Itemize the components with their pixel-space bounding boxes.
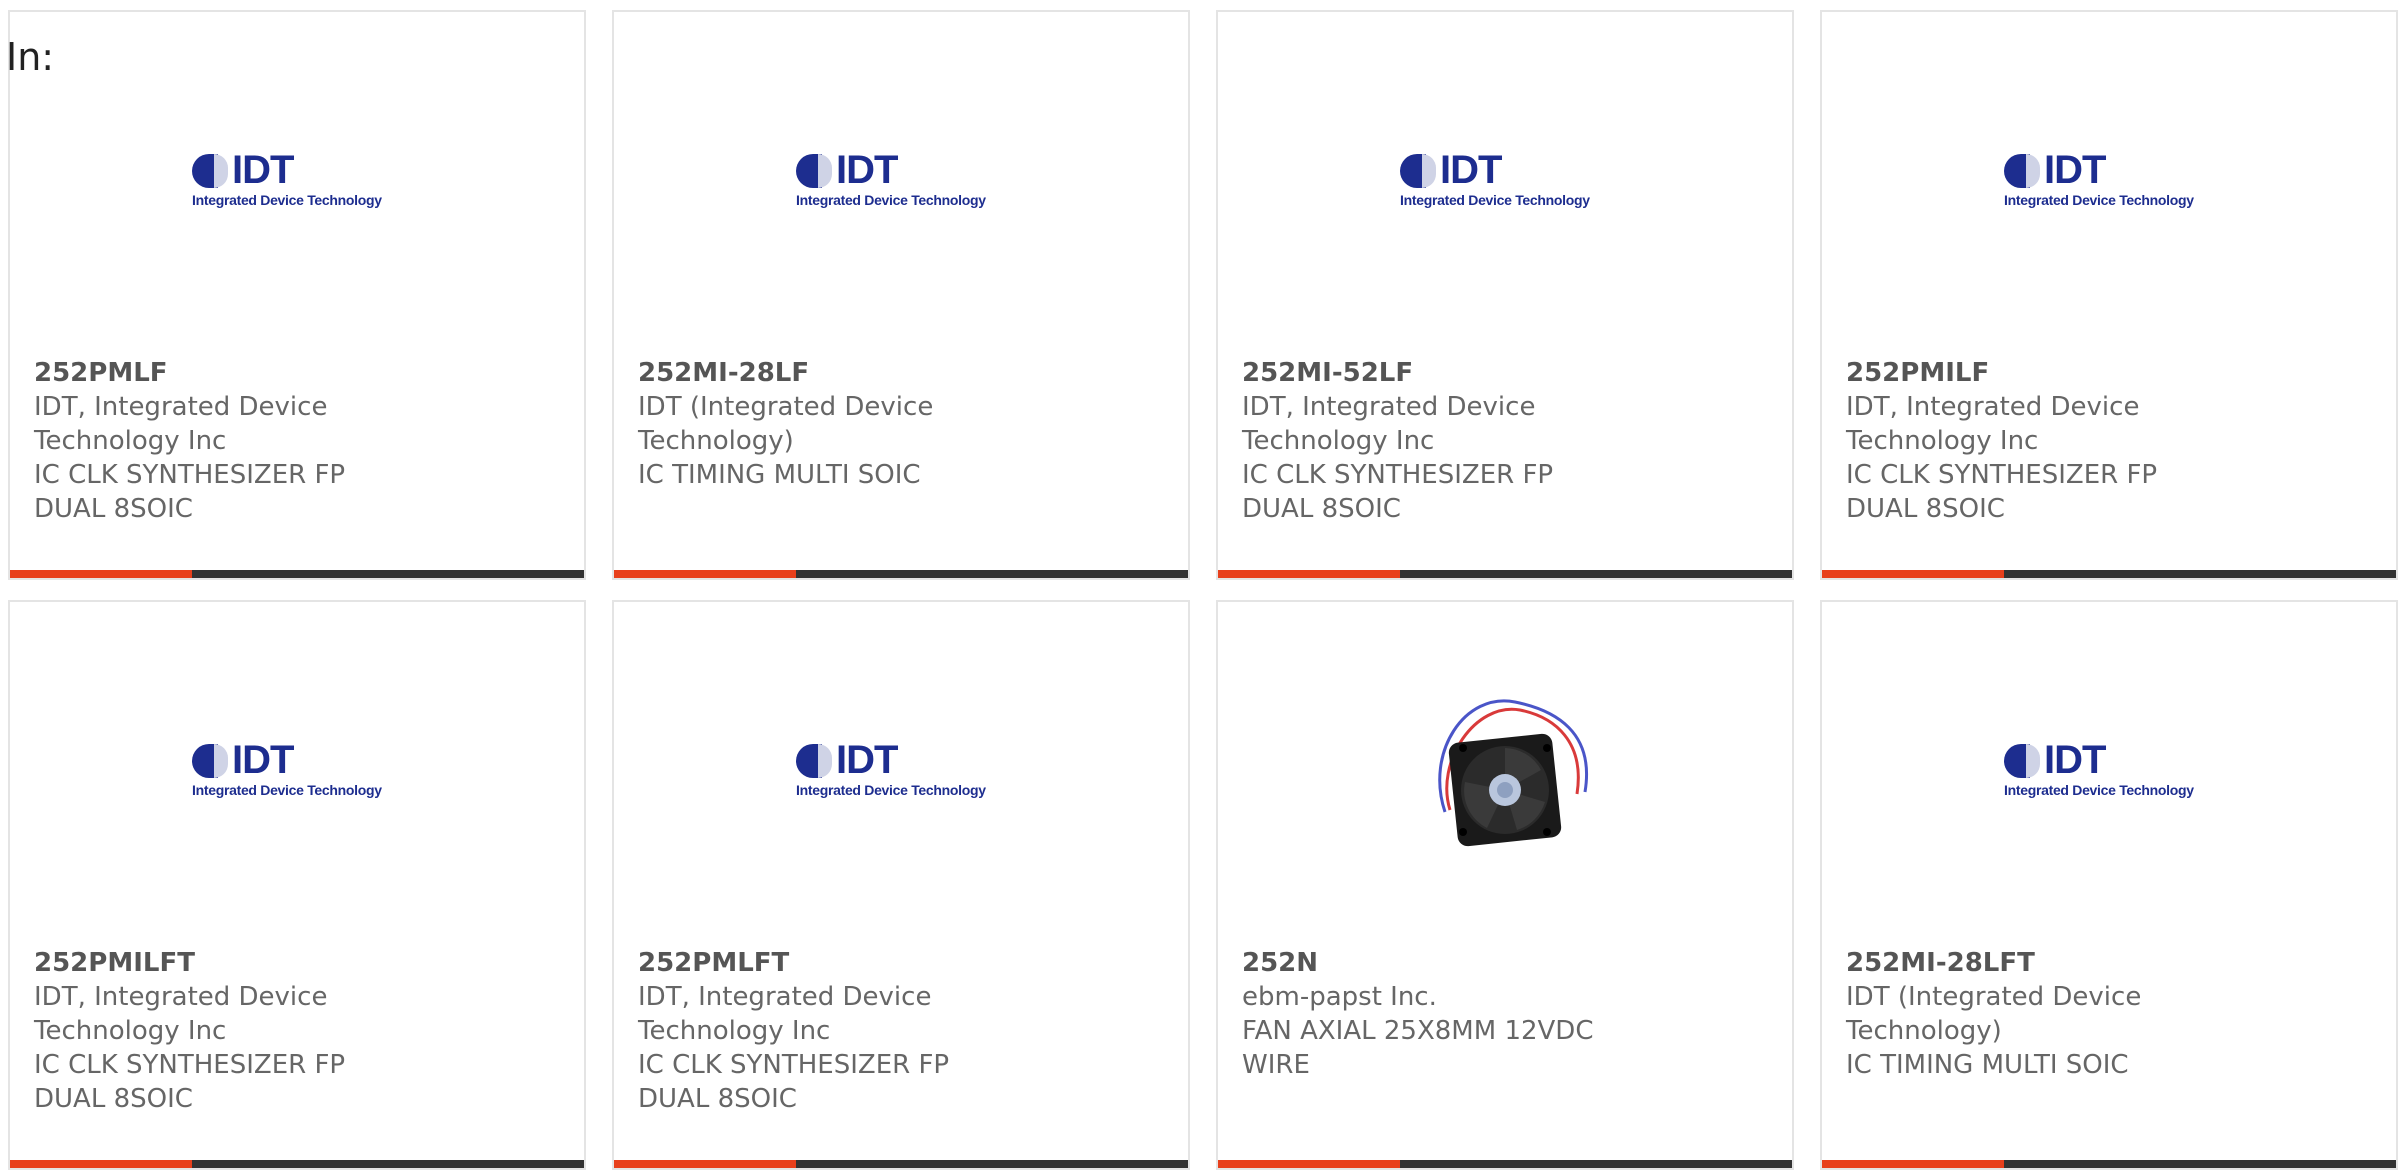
manufacturer: IDT, Integrated Device Technology Inc — [34, 982, 328, 1046]
product-image[interactable]: IDT Integrated Device Technology — [1822, 72, 2396, 292]
fan-photo — [1438, 699, 1588, 847]
product-card[interactable]: IDT Integrated Device Technology 252MI-2… — [1820, 600, 2398, 1170]
idt-wordmark: IDT — [232, 738, 294, 782]
part-number[interactable]: 252PMLFT — [638, 946, 1164, 980]
product-image[interactable]: IDT Integrated Device Technology — [10, 662, 584, 882]
idt-tagline: Integrated Device Technology — [192, 192, 382, 208]
product-card[interactable]: IDT Integrated Device Technology 252PMLF… — [8, 10, 586, 580]
product-card[interactable]: IDT Integrated Device Technology 252MI-5… — [1216, 10, 1794, 580]
idt-logo: IDT Integrated Device Technology — [2004, 148, 2214, 212]
product-card[interactable]: IDT Integrated Device Technology 252PMIL… — [1820, 10, 2398, 580]
part-number[interactable]: 252MI-52LF — [1242, 356, 1768, 390]
product-image[interactable]: IDT Integrated Device Technology — [614, 662, 1188, 882]
card-bottom-bar — [1218, 1160, 1792, 1168]
idt-wordmark: IDT — [2044, 148, 2106, 192]
product-image[interactable]: IDT Integrated Device Technology — [1822, 662, 2396, 882]
manufacturer: IDT, Integrated Device Technology Inc — [1242, 392, 1536, 456]
description: IC CLK SYNTHESIZER FP DUAL 8SOIC — [1242, 460, 1554, 524]
part-number[interactable]: 252N — [1242, 946, 1768, 980]
idt-logo: IDT Integrated Device Technology — [796, 738, 1006, 802]
product-image[interactable]: IDT Integrated Device Technology — [614, 72, 1188, 292]
manufacturer: IDT, Integrated Device Technology Inc — [638, 982, 932, 1046]
card-bottom-bar — [1822, 570, 2396, 578]
description: IC CLK SYNTHESIZER FP DUAL 8SOIC — [34, 460, 346, 524]
filter-label: In: — [6, 35, 55, 79]
part-number[interactable]: 252MI-28LF — [638, 356, 1164, 390]
idt-wordmark: IDT — [836, 148, 898, 192]
idt-tagline: Integrated Device Technology — [796, 192, 986, 208]
product-image[interactable] — [1218, 662, 1792, 882]
description: IC TIMING MULTI SOIC — [1846, 1050, 2129, 1080]
idt-wordmark: IDT — [2044, 738, 2106, 782]
part-number[interactable]: 252MI-28LFT — [1846, 946, 2372, 980]
idt-wordmark: IDT — [1440, 148, 1502, 192]
card-bottom-bar — [614, 1160, 1188, 1168]
description: FAN AXIAL 25X8MM 12VDC WIRE — [1242, 1016, 1594, 1080]
card-bottom-bar — [10, 570, 584, 578]
product-card[interactable]: IDT Integrated Device Technology 252MI-2… — [612, 10, 1190, 580]
card-bottom-bar — [1218, 570, 1792, 578]
card-bottom-bar — [1822, 1160, 2396, 1168]
product-card[interactable]: IDT Integrated Device Technology 252PMLF… — [612, 600, 1190, 1170]
manufacturer: IDT (Integrated Device Technology) — [638, 392, 934, 456]
idt-logo: IDT Integrated Device Technology — [1400, 148, 1610, 212]
part-number[interactable]: 252PMILFT — [34, 946, 560, 980]
idt-logo: IDT Integrated Device Technology — [192, 738, 402, 802]
description: IC CLK SYNTHESIZER FP DUAL 8SOIC — [1846, 460, 2158, 524]
part-number[interactable]: 252PMILF — [1846, 356, 2372, 390]
product-image[interactable]: IDT Integrated Device Technology — [10, 72, 584, 292]
idt-tagline: Integrated Device Technology — [2004, 782, 2194, 798]
product-grid: IDT Integrated Device Technology 252PMLF… — [8, 10, 2398, 1170]
idt-tagline: Integrated Device Technology — [192, 782, 382, 798]
idt-logo: IDT Integrated Device Technology — [796, 148, 1006, 212]
description: IC CLK SYNTHESIZER FP DUAL 8SOIC — [638, 1050, 950, 1114]
product-card[interactable]: IDT Integrated Device Technology 252PMIL… — [8, 600, 586, 1170]
idt-tagline: Integrated Device Technology — [1400, 192, 1590, 208]
idt-wordmark: IDT — [232, 148, 294, 192]
card-bottom-bar — [10, 1160, 584, 1168]
manufacturer: IDT (Integrated Device Technology) — [1846, 982, 2142, 1046]
idt-wordmark: IDT — [836, 738, 898, 782]
description: IC CLK SYNTHESIZER FP DUAL 8SOIC — [34, 1050, 346, 1114]
idt-tagline: Integrated Device Technology — [2004, 192, 2194, 208]
manufacturer: IDT, Integrated Device Technology Inc — [34, 392, 328, 456]
description: IC TIMING MULTI SOIC — [638, 460, 921, 490]
idt-tagline: Integrated Device Technology — [796, 782, 986, 798]
idt-logo: IDT Integrated Device Technology — [192, 148, 402, 212]
manufacturer: IDT, Integrated Device Technology Inc — [1846, 392, 2140, 456]
product-image[interactable]: IDT Integrated Device Technology — [1218, 72, 1792, 292]
manufacturer: ebm-papst Inc. — [1242, 982, 1437, 1012]
part-number[interactable]: 252PMLF — [34, 356, 560, 390]
card-bottom-bar — [614, 570, 1188, 578]
product-card[interactable]: 252N ebm-papst Inc. FAN AXIAL 25X8MM 12V… — [1216, 600, 1794, 1170]
idt-logo: IDT Integrated Device Technology — [2004, 738, 2214, 802]
